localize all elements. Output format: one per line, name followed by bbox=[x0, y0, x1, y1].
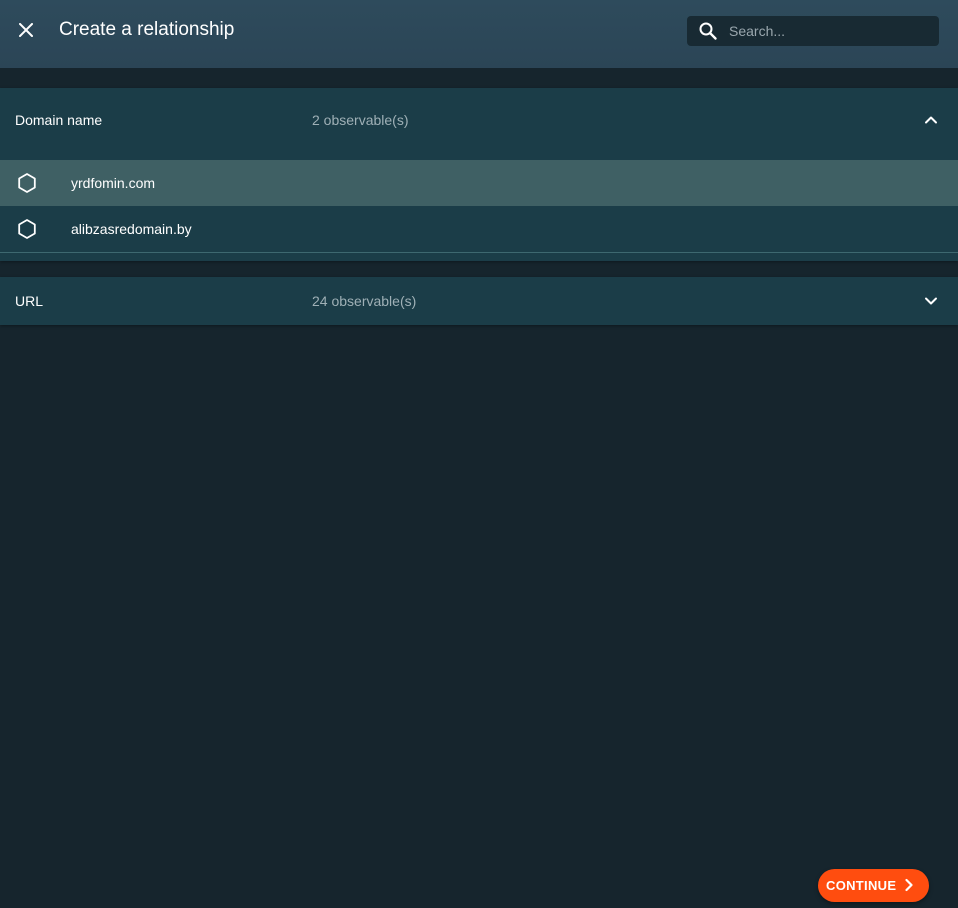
group-count: 24 observable(s) bbox=[312, 293, 417, 309]
chevron-down-icon[interactable] bbox=[922, 292, 940, 310]
group-label: Domain name bbox=[15, 112, 103, 128]
list-item[interactable]: alibzasredomain.by bbox=[0, 206, 958, 253]
group-domain-name: Domain name 2 observable(s) yrdfomin.com… bbox=[0, 88, 958, 261]
hexagon-icon bbox=[18, 219, 36, 239]
group-header-domain-name[interactable]: Domain name 2 observable(s) bbox=[0, 88, 958, 160]
chevron-up-icon[interactable] bbox=[922, 111, 940, 129]
group-label: URL bbox=[15, 293, 44, 309]
continue-button[interactable]: CONTINUE bbox=[818, 869, 929, 902]
close-icon bbox=[19, 23, 33, 37]
group-count: 2 observable(s) bbox=[312, 112, 409, 128]
observable-value: yrdfomin.com bbox=[71, 175, 156, 191]
observable-value: alibzasredomain.by bbox=[71, 221, 192, 237]
continue-label: CONTINUE bbox=[826, 878, 897, 893]
search-input[interactable] bbox=[727, 16, 932, 46]
dialog-title: Create a relationship bbox=[59, 19, 235, 40]
group-header-url[interactable]: URL 24 observable(s) bbox=[0, 277, 958, 325]
close-button[interactable] bbox=[14, 18, 38, 42]
search-box[interactable] bbox=[687, 16, 939, 46]
search-icon bbox=[699, 22, 717, 40]
chevron-right-icon bbox=[905, 878, 913, 892]
list-item[interactable]: yrdfomin.com bbox=[0, 160, 958, 206]
hexagon-icon bbox=[18, 173, 36, 193]
dialog-header: Create a relationship bbox=[0, 0, 958, 68]
group-url: URL 24 observable(s) bbox=[0, 277, 958, 325]
